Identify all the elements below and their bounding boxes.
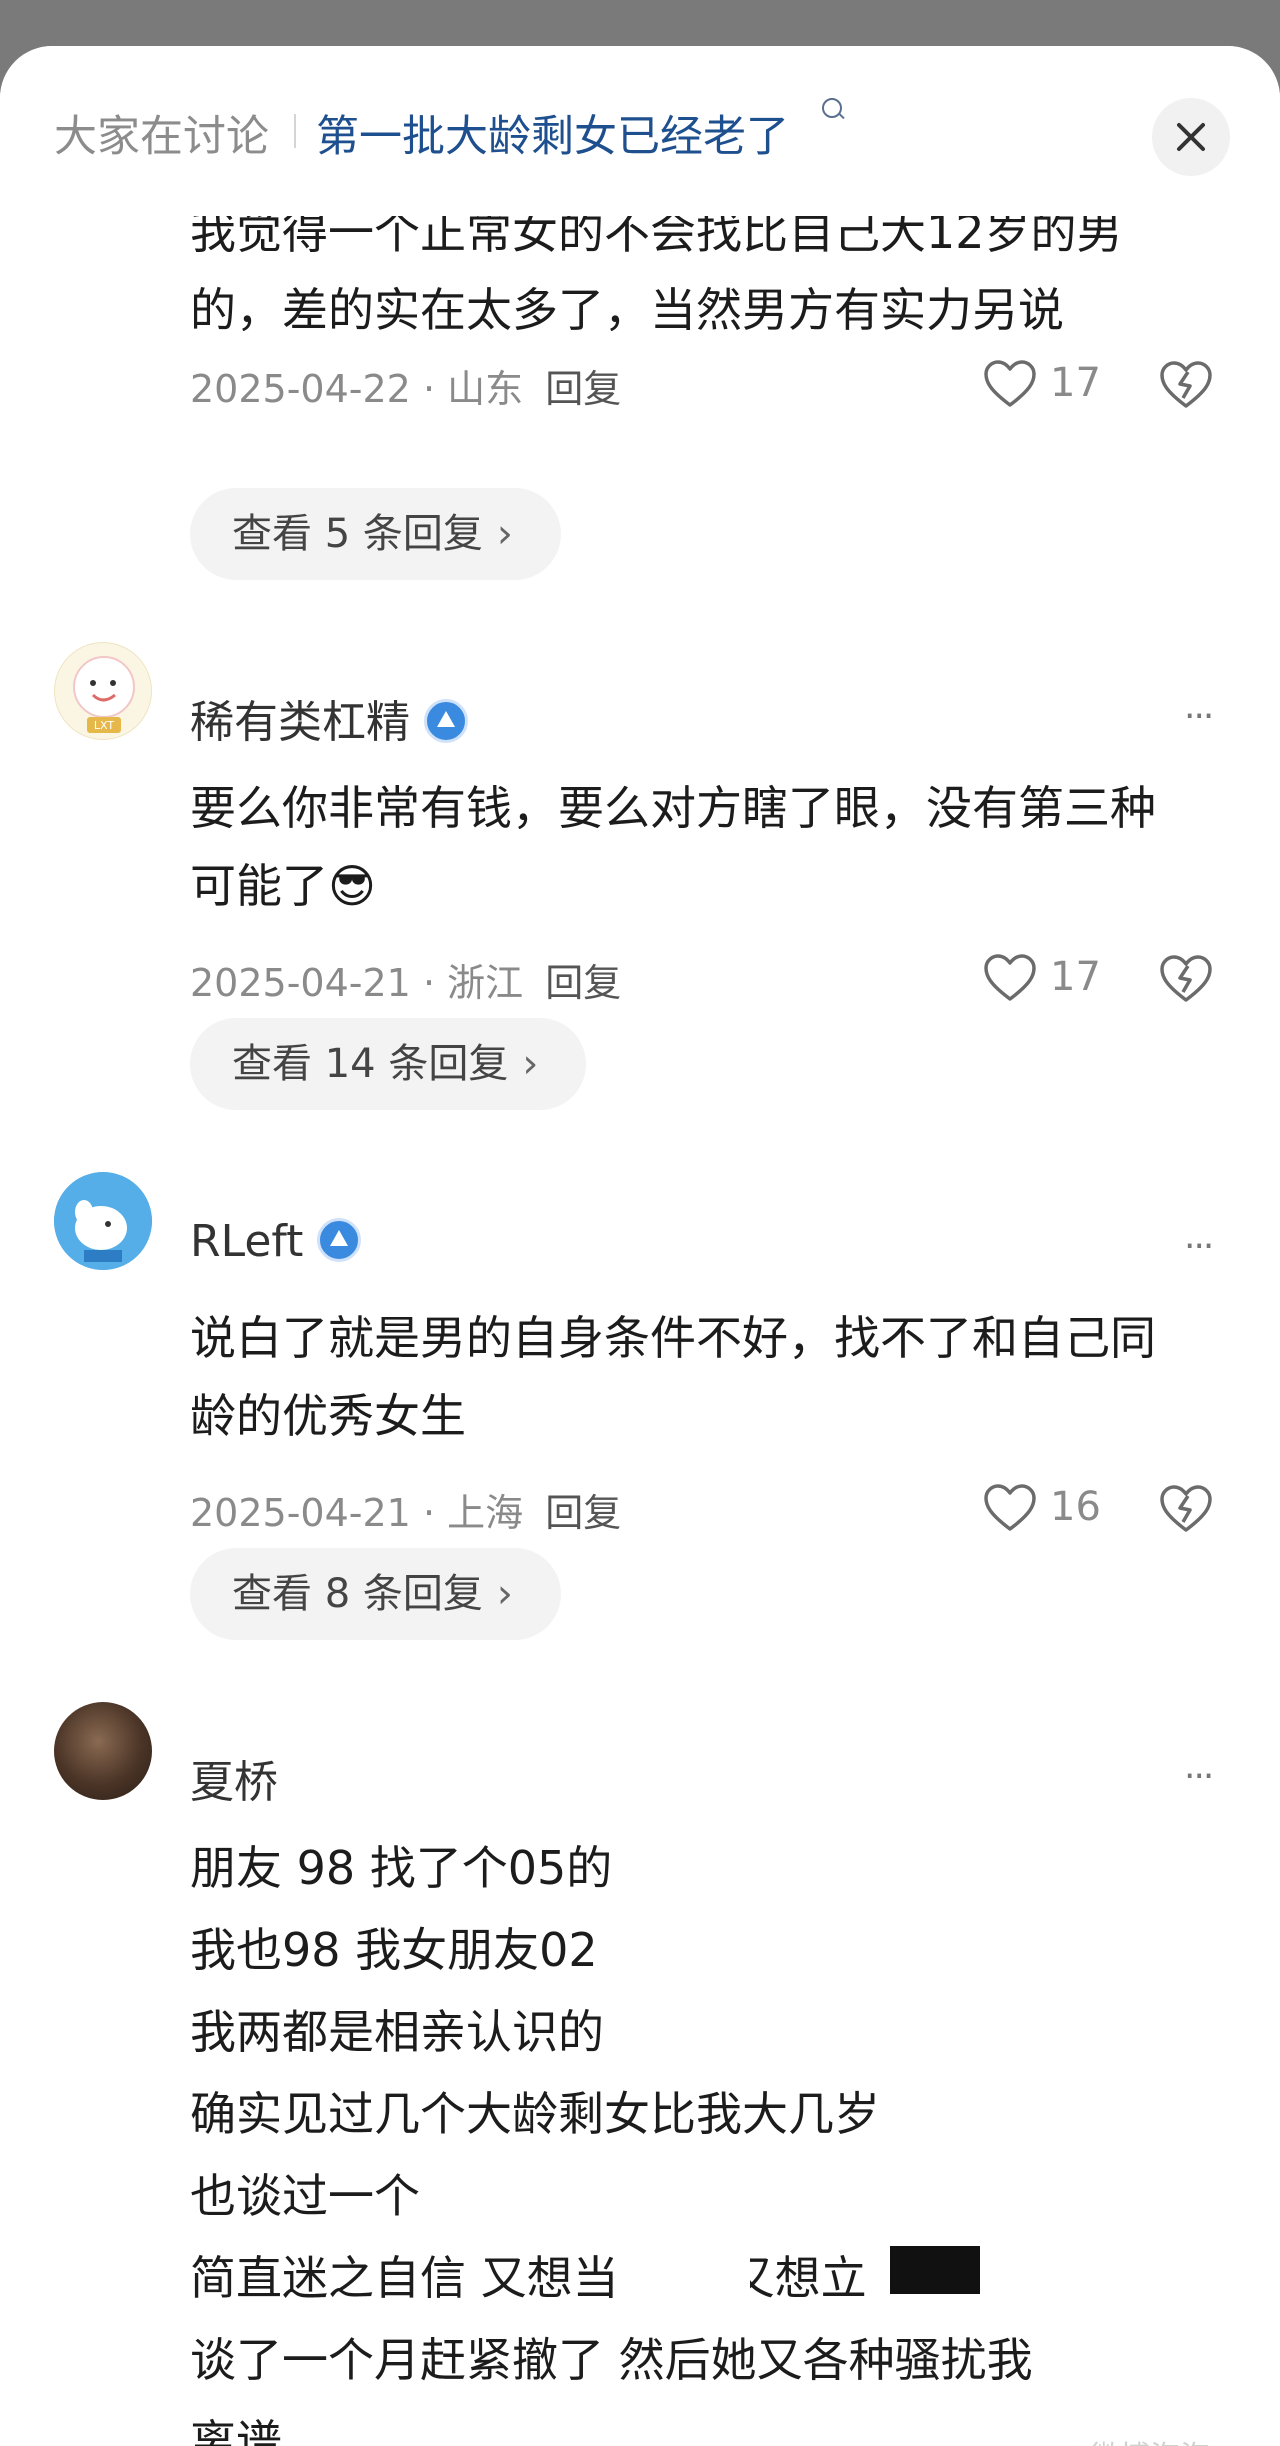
like-count: 16 (1050, 1484, 1101, 1530)
comment-text-line: 简直迷之自信 又想当 又想立 (190, 2242, 867, 2308)
comment-text-line: 我两都是相亲认识的 (190, 2005, 604, 2059)
view-replies-button[interactable]: 查看 14 条回复 › (190, 1018, 587, 1110)
comment-meta: 2025-04-22 · 山东 回复 (190, 358, 621, 413)
comment-text-line: 要么你非常有钱，要么对方瞎了眼，没有第三种 (190, 781, 1156, 835)
broken-heart-icon[interactable] (1158, 358, 1214, 412)
username[interactable]: 夏桥 (190, 1746, 278, 1810)
comment-text-line: 离谱 (190, 2415, 282, 2446)
comment-text-line: 的，差的实在太多了，当然男方有实力另说 (190, 283, 1064, 337)
avatar[interactable]: LXT (54, 642, 152, 740)
comment-text-line: 可能了😎 (190, 850, 376, 916)
meta-separator: · (422, 961, 436, 1005)
heart-icon[interactable] (982, 952, 1038, 1004)
topic-link[interactable]: 第一批大龄剩女已经老了 (316, 102, 789, 164)
reply-button[interactable]: 回复 (545, 961, 621, 1005)
level-badge-icon (317, 1218, 362, 1262)
header-divider (294, 114, 296, 148)
username[interactable]: RLeft (190, 1216, 362, 1267)
reply-button[interactable]: 回复 (545, 367, 621, 411)
sheet-header: 大家在讨论 第一批大龄剩女已经老了 (0, 46, 1280, 216)
comment-text-line: 龄的优秀女生 (190, 1389, 466, 1443)
avatar[interactable] (54, 1172, 152, 1270)
comment-meta: 2025-04-21 · 浙江 回复 (190, 952, 621, 1007)
view-replies-label: 查看 8 条回复 (232, 1571, 483, 1617)
reply-button[interactable]: 回复 (545, 1491, 621, 1535)
redaction-mask (890, 2246, 980, 2294)
comment-location: 上海 (447, 1491, 524, 1535)
comment-date: 2025-04-21 (190, 1491, 411, 1535)
avatar-image (54, 1172, 152, 1270)
like-count: 17 (1050, 954, 1101, 1000)
avatar[interactable] (54, 1702, 152, 1800)
comment-text-line: 谈了一个月赶紧撤了 然后她又各种骚扰我 (190, 2333, 1033, 2387)
comment-location: 浙江 (447, 961, 524, 1005)
discussion-label: 大家在讨论 (54, 112, 269, 162)
comment-location: 山东 (447, 367, 524, 411)
comment-text-line: 我也98 我女朋友02 (190, 1923, 598, 1977)
username-text: RLeft (190, 1216, 304, 1267)
redaction-mask (660, 2238, 750, 2300)
heart-icon[interactable] (982, 1482, 1038, 1534)
username[interactable]: 稀有类杠精 (190, 686, 468, 750)
broken-heart-icon[interactable] (1158, 1482, 1214, 1536)
view-replies-label: 查看 14 条回复 (232, 1041, 509, 1087)
more-options-icon[interactable]: ··· (1184, 696, 1214, 737)
comment-text-line: 朋友 98 找了个05的 (190, 1841, 613, 1895)
more-options-icon[interactable]: ··· (1184, 1756, 1214, 1797)
username-text: 稀有类杠精 (190, 697, 410, 748)
chevron-right-icon: › (522, 1041, 539, 1087)
meta-separator: · (422, 1491, 436, 1535)
view-replies-label: 查看 5 条回复 (232, 511, 483, 557)
comment-text: 简直迷之自信 又想当 (190, 2251, 619, 2305)
close-button[interactable] (1152, 98, 1230, 176)
search-icon[interactable] (822, 98, 842, 118)
chevron-right-icon: › (496, 511, 513, 557)
sunglasses-emoji: 😎 (328, 859, 376, 913)
comment-date: 2025-04-22 (190, 367, 411, 411)
level-badge-icon (424, 699, 468, 743)
view-replies-button[interactable]: 查看 8 条回复 › (190, 1548, 561, 1640)
comment-text-line: 确实见过几个大龄剩女比我大几岁 (190, 2087, 880, 2141)
chevron-right-icon: › (496, 1571, 513, 1617)
avatar-image: LXT (73, 656, 135, 733)
avatar-label: LXT (94, 719, 114, 732)
comment-text-line: 说白了就是男的自身条件不好，找不了和自己同 (190, 1311, 1156, 1365)
view-replies-button[interactable]: 查看 5 条回复 › (190, 488, 561, 580)
comment-meta: 2025-04-21 · 上海 回复 (190, 1482, 621, 1537)
heart-icon[interactable] (982, 358, 1038, 410)
meta-separator: · (422, 367, 436, 411)
like-count: 17 (1050, 360, 1101, 406)
comment-text: 可能了 (190, 859, 328, 913)
more-options-icon[interactable]: ··· (1184, 1226, 1214, 1267)
comments-sheet: 大家在讨论 第一批大龄剩女已经老了 我觉得一个正常女的不会找比自己大12岁的男 … (0, 46, 1280, 2446)
comment-date: 2025-04-21 (190, 961, 411, 1005)
watermark: @微博海海 (1060, 2432, 1210, 2446)
comment-text-line: 也谈过一个 (190, 2169, 420, 2223)
username-text: 夏桥 (190, 1757, 278, 1808)
broken-heart-icon[interactable] (1158, 952, 1214, 1006)
